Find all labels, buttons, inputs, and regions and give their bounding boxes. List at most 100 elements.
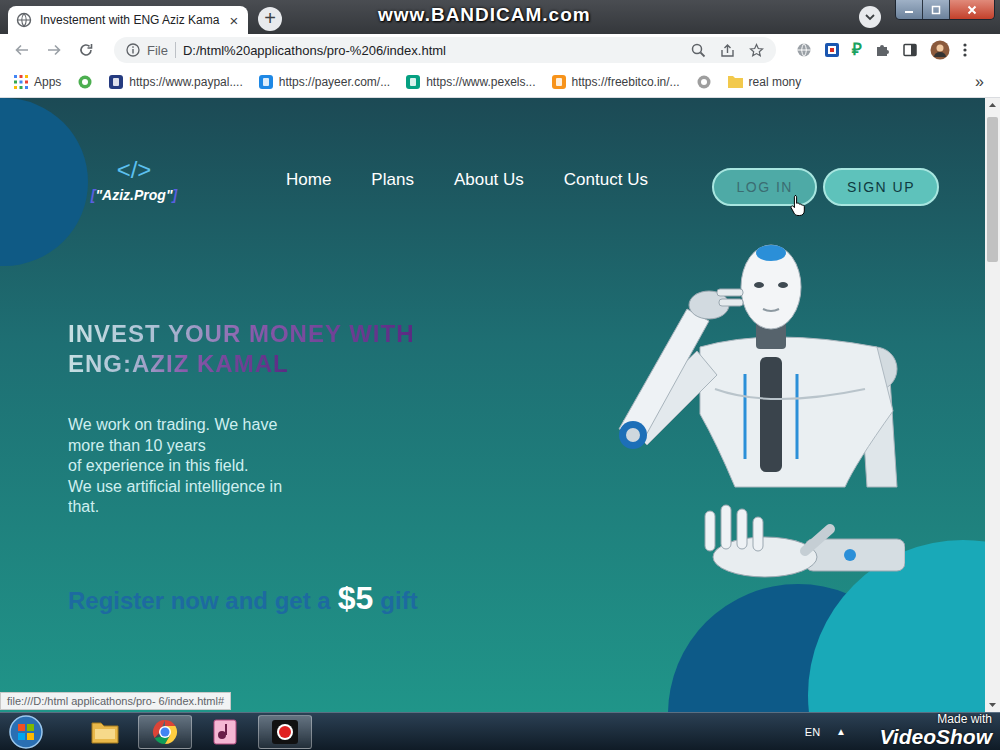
maximize-button[interactable] bbox=[923, 0, 950, 19]
status-bubble: file:///D:/html applicathons/pro- 6/inde… bbox=[0, 692, 231, 710]
hero-section: INVEST YOUR MONEY WITHENG:AZIZ KAMAL We w… bbox=[0, 206, 985, 617]
nav-link[interactable]: Home bbox=[286, 170, 331, 190]
auth-button[interactable]: LOG IN bbox=[712, 168, 816, 206]
profile-avatar-icon[interactable] bbox=[930, 40, 950, 60]
address-actions bbox=[691, 43, 764, 58]
scrollbar[interactable] bbox=[985, 98, 1000, 712]
bookmark-label: https://payeer.com/... bbox=[279, 75, 390, 89]
gift-amount: $5 bbox=[338, 580, 374, 617]
reload-icon[interactable] bbox=[78, 42, 94, 58]
paragraph-line: that. bbox=[68, 497, 488, 518]
auth-button-label: LOG IN bbox=[736, 179, 792, 195]
favicon-icon bbox=[259, 75, 273, 89]
link-bookmark[interactable]: https://payeer.com/... bbox=[259, 75, 390, 89]
tab-close-button[interactable]: × bbox=[227, 12, 240, 29]
watermark-line: Made with bbox=[937, 713, 992, 726]
register-offer[interactable]: Register now and get a$5gift bbox=[68, 580, 488, 617]
apps-bookmark[interactable]: Apps bbox=[14, 75, 61, 89]
register-text: gift bbox=[380, 587, 417, 615]
close-button[interactable] bbox=[950, 0, 994, 19]
robot-illustration bbox=[605, 239, 905, 599]
link-bookmark[interactable]: https://www.paypal.... bbox=[109, 75, 242, 89]
forward-arrow-icon[interactable] bbox=[46, 42, 62, 58]
bookmark-label: https://www.paypal.... bbox=[129, 75, 242, 89]
bookmark-label: real mony bbox=[749, 75, 802, 89]
tab-title: Investement with ENG Aziz Kama bbox=[40, 13, 219, 27]
browser-tab[interactable]: Investement with ENG Aziz Kama × bbox=[8, 6, 248, 34]
globe-icon[interactable] bbox=[796, 42, 812, 58]
paragraph-line: We use artificial intelligence in bbox=[68, 477, 488, 498]
taskbar-app-button[interactable] bbox=[258, 715, 312, 749]
extension-icons: ₽ bbox=[796, 40, 968, 60]
language-indicator[interactable]: EN bbox=[805, 726, 820, 738]
taskbar: EN ▲ bbox=[0, 712, 1000, 750]
nav-link[interactable]: Contuct Us bbox=[564, 170, 648, 190]
paragraph-line: We work on trading. We have bbox=[68, 415, 488, 436]
window-controls bbox=[895, 0, 995, 20]
media-app-icon bbox=[212, 718, 238, 746]
folder-bookmark[interactable]: real mony bbox=[728, 75, 802, 89]
bookmark-label: https://freebitco.in/... bbox=[572, 75, 680, 89]
zoom-icon[interactable] bbox=[691, 43, 706, 58]
icon-bookmark[interactable] bbox=[77, 74, 93, 90]
heading-line: INVEST YOUR MONEY WITH bbox=[68, 319, 414, 349]
folder-icon bbox=[90, 719, 120, 745]
taskbar-app-button[interactable] bbox=[78, 715, 132, 749]
maximize-icon bbox=[931, 5, 941, 15]
taskbar-app-button[interactable] bbox=[198, 715, 252, 749]
site-logo[interactable]: </>["Aziz.Prog"] bbox=[88, 157, 180, 203]
close-icon bbox=[967, 5, 977, 15]
record-icon bbox=[270, 718, 300, 746]
new-tab-button[interactable]: + bbox=[258, 7, 282, 31]
auth-buttons: LOG IN SIGN UP bbox=[712, 168, 939, 206]
hero-heading: INVEST YOUR MONEY WITHENG:AZIZ KAMAL bbox=[68, 319, 488, 379]
scrollbar-track bbox=[985, 113, 1000, 697]
tab-strip: Investement with ENG Aziz Kama × + www.BAND… bbox=[0, 0, 1000, 34]
scroll-up-arrow-icon[interactable] bbox=[985, 98, 1000, 113]
heading-line: ENG:AZIZ KAMAL bbox=[68, 349, 289, 379]
start-orb-icon[interactable] bbox=[6, 714, 46, 750]
back-arrow-icon[interactable] bbox=[14, 42, 30, 58]
page-content: </>["Aziz.Prog"] Home Plans About Us Contuct… bbox=[0, 98, 985, 712]
watermark-brand: VideoShow bbox=[880, 726, 992, 748]
screen: Investement with ENG Aziz Kama × + www.BAND… bbox=[0, 0, 1000, 750]
sidebar-icon[interactable] bbox=[902, 42, 918, 58]
auth-button-label: SIGN UP bbox=[847, 179, 915, 195]
auth-button[interactable]: SIGN UP bbox=[823, 168, 939, 206]
minimize-icon bbox=[904, 5, 914, 15]
bookmark-label: Apps bbox=[34, 75, 61, 89]
menu-dots-icon[interactable] bbox=[962, 42, 968, 58]
share-icon[interactable] bbox=[720, 43, 735, 58]
link-bookmark[interactable]: https://www.pexels... bbox=[406, 75, 535, 89]
pointer-cursor-icon bbox=[790, 194, 806, 216]
recorder-watermark: www.BANDICAM.com bbox=[378, 4, 591, 26]
taskbar-app-button[interactable] bbox=[138, 715, 192, 749]
address-bar[interactable]: FileD:/html%20applicathons/pro-%206/inde… bbox=[114, 37, 776, 63]
apps-grid-icon bbox=[14, 75, 28, 89]
site-icon bbox=[77, 74, 93, 90]
star-icon[interactable] bbox=[749, 43, 764, 58]
paragraph-line: more than 10 years bbox=[68, 436, 488, 457]
chrome-icon bbox=[151, 718, 179, 746]
scrollbar-thumb[interactable] bbox=[987, 117, 998, 262]
nav-link[interactable]: About Us bbox=[454, 170, 524, 190]
nav-link[interactable]: Plans bbox=[371, 170, 414, 190]
toolbar: FileD:/html%20applicathons/pro-%206/inde… bbox=[0, 34, 1000, 66]
icon-bookmark[interactable] bbox=[696, 74, 712, 90]
favicon-icon bbox=[109, 75, 123, 89]
shield-extension-icon[interactable] bbox=[824, 42, 840, 58]
bookmarks-bar: Apps https://www.paypal.... https://payeer… bbox=[0, 66, 1000, 98]
minimize-button[interactable] bbox=[896, 0, 923, 19]
site-icon bbox=[696, 74, 712, 90]
globe-icon bbox=[16, 12, 32, 28]
chevron-down-icon bbox=[864, 11, 876, 23]
tray-expand-button[interactable]: ▲ bbox=[836, 726, 846, 737]
more-bookmarks-button[interactable]: » bbox=[975, 73, 1000, 91]
tab-search-button[interactable] bbox=[859, 6, 881, 28]
puzzle-icon[interactable] bbox=[874, 42, 890, 58]
payeer-extension-icon[interactable]: ₽ bbox=[852, 42, 862, 58]
link-bookmark[interactable]: https://freebitco.in/... bbox=[552, 75, 680, 89]
site-nav: Home Plans About Us Contuct Us bbox=[286, 170, 648, 190]
scroll-down-arrow-icon[interactable] bbox=[985, 697, 1000, 712]
paragraph-line: of experience in this field. bbox=[68, 456, 488, 477]
